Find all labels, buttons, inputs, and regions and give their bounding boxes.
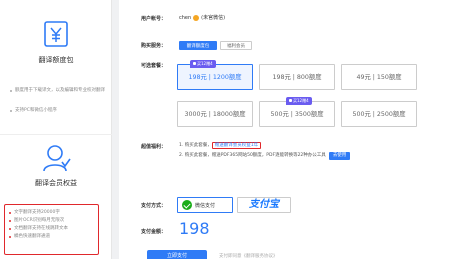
package-feature: 支持PC和微信小程序 bbox=[10, 108, 110, 114]
option-198-1200[interactable]: 买12赠4 198元 | 1200额度 bbox=[177, 60, 253, 90]
purchase-panel: 用户帐号： chen (未官微信) 购买服务： 翻译额度包 福利会员 可选套餐：… bbox=[119, 0, 454, 259]
avatar bbox=[193, 14, 200, 21]
account-label: 用户帐号： bbox=[141, 16, 167, 22]
wechat-pay-option[interactable]: 微信支付 bbox=[177, 197, 233, 213]
pay-now-button[interactable]: 立即支付 bbox=[147, 250, 207, 259]
option-198-800[interactable]: 198元 | 800额度 bbox=[259, 64, 335, 90]
package-type-label: 购买服务： bbox=[141, 43, 167, 49]
alipay-option[interactable]: 支付宝 bbox=[237, 197, 291, 213]
benefit-item: 文字翻译支持20000字 bbox=[9, 209, 98, 217]
member-person-icon bbox=[43, 145, 71, 172]
benefit-item: 文档翻译支持在线跳转文本 bbox=[9, 225, 98, 233]
payment-label: 支付方式： bbox=[141, 203, 167, 209]
sidebar-divider bbox=[0, 134, 112, 135]
amount-value: 198 bbox=[179, 219, 210, 238]
yuan-package-icon bbox=[44, 21, 68, 47]
promo-badge: 买12赠4 bbox=[190, 60, 216, 68]
tab-translation-package[interactable]: 翻译额度包 bbox=[179, 41, 217, 50]
wechat-check-icon bbox=[182, 200, 192, 210]
promo-badge: 买12赠4 bbox=[286, 97, 312, 105]
package-title: 翻译额度包 bbox=[38, 56, 74, 64]
member-title: 翻译会员权益 bbox=[35, 179, 77, 187]
account-suffix: (未官微信) bbox=[201, 15, 226, 21]
option-500-3500[interactable]: 买12赠4 500元 | 3500额度 bbox=[259, 97, 335, 127]
options-label: 可选套餐： bbox=[141, 63, 167, 69]
option-500-2500[interactable]: 500元 | 2500额度 bbox=[341, 101, 417, 127]
package-feature: 额度用于下载译文，以及编辑和专业校对翻译 bbox=[10, 88, 110, 94]
gift-line-2: 2. 购买此套餐，赠送PDF365网站50额度，PDF逐能转换等22种办公工具去… bbox=[179, 152, 351, 160]
account-value: chen (未官微信) bbox=[179, 14, 225, 21]
option-3000-18000[interactable]: 3000元 | 18000额度 bbox=[177, 101, 253, 127]
amount-label: 支付金额： bbox=[141, 229, 167, 235]
tab-welfare-member[interactable]: 福利会员 bbox=[220, 41, 252, 50]
gift-highlight: 赠送翻译会员权益1年 bbox=[211, 142, 262, 149]
account-name: chen bbox=[179, 14, 192, 21]
benefit-item: 橘色快速翻译通道 bbox=[9, 233, 98, 241]
benefit-item: 图片OCR识别每月无限次 bbox=[9, 217, 98, 225]
gift-line-1: 1. 购买此套餐， 赠送翻译会员权益1年 bbox=[179, 142, 262, 150]
use-button[interactable]: 去使用 bbox=[328, 152, 351, 160]
sidebar: 翻译额度包 额度用于下载译文，以及编辑和专业校对翻译 支持PC和微信小程序 翻译… bbox=[0, 0, 112, 259]
option-49-150[interactable]: 49元 | 150额度 bbox=[341, 64, 417, 90]
member-benefits-list: 文字翻译支持20000字 图片OCR识别每月无限次 文档翻译支持在线跳转文本 橘… bbox=[4, 204, 99, 255]
agreement-hint: 支付即同意《翻译服务协议》 bbox=[219, 254, 278, 259]
gift-label: 超值福利： bbox=[141, 144, 167, 150]
